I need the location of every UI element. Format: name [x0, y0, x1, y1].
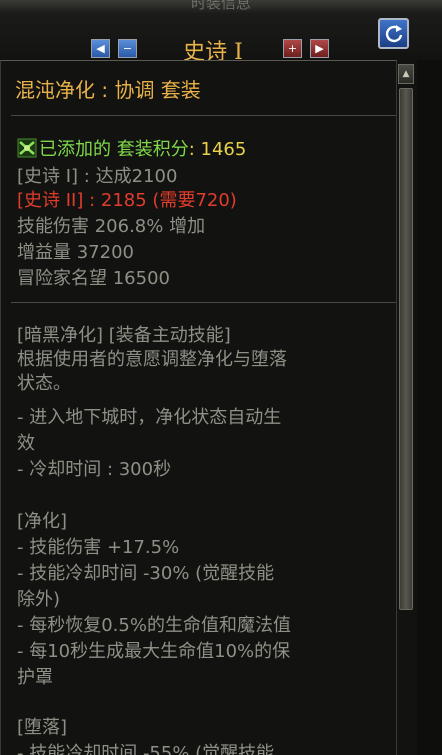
- desc-line: [净化]: [17, 511, 68, 532]
- divider-mid: [11, 302, 396, 303]
- set-item-icon: [17, 138, 37, 158]
- epic1-line: [史诗 I] : 达成2100: [17, 166, 178, 187]
- desc-line: 状态。: [17, 373, 71, 394]
- desc-line: 效: [17, 433, 35, 454]
- skill-damage-stat: 技能伤害 206.8% 增加: [17, 216, 206, 237]
- plus-button[interactable]: +: [283, 39, 302, 58]
- prev-button[interactable]: ◀: [91, 39, 110, 58]
- adventurer-fame-stat: 冒险家名望 16500: [17, 268, 170, 289]
- set-name: 混沌净化 : 协调 套装: [15, 78, 201, 102]
- minus-icon: −: [122, 42, 133, 55]
- set-points-line: 已添加的 套装积分: 1465: [17, 135, 246, 161]
- desc-line: - 冷却时间 : 300秒: [17, 459, 172, 480]
- desc-line: - 每10秒生成最大生命值10%的保: [17, 641, 291, 662]
- top-strip: 时装信息: [0, 0, 442, 15]
- refresh-button[interactable]: [378, 18, 409, 49]
- buff-amount-stat: 增益量 37200: [17, 242, 134, 263]
- desc-line: 护罩: [17, 667, 53, 688]
- set-points-label: 套装积分: [116, 139, 189, 160]
- desc-line: - 技能冷却时间 -30% (觉醒技能: [17, 563, 275, 584]
- desc-line: - 技能伤害 +17.5%: [17, 537, 180, 558]
- next-button[interactable]: ▶: [310, 39, 329, 58]
- refresh-icon: [385, 24, 402, 42]
- desc-line: - 每秒恢复0.5%的生命值和魔法值: [17, 615, 291, 636]
- desc-line: [堕落]: [17, 717, 68, 738]
- desc-line: [暗黑净化] [装备主动技能]: [17, 325, 231, 346]
- plus-icon: +: [287, 42, 298, 55]
- header-bar: ◀ − 史诗 I + ▶: [0, 14, 442, 65]
- set-points-value: : 1465: [188, 139, 247, 160]
- added-label: 已添加的: [39, 139, 111, 160]
- up-arrow-icon: ▲: [402, 69, 410, 79]
- desc-line: - 技能冷却时间 -55% (觉醒技能: [17, 743, 275, 755]
- desc-line: - 进入地下城时，净化状态自动生: [17, 407, 282, 428]
- desc-line: 根据使用者的意愿调整净化与堕落: [17, 349, 287, 370]
- faded-title: 时装信息: [190, 0, 251, 12]
- item-tooltip-panel: 混沌净化 : 协调 套装 已添加的 套装积分: 1465 [史诗 I] : 达成…: [0, 60, 396, 755]
- divider-top: [11, 115, 396, 116]
- right-arrow-icon: ▶: [315, 42, 324, 55]
- minus-button[interactable]: −: [118, 39, 137, 58]
- left-arrow-icon: ◀: [96, 42, 105, 55]
- scroll-thumb[interactable]: [399, 88, 413, 610]
- epic2-line: [史诗 II] : 2185 (需要720): [17, 190, 237, 211]
- scroll-up-button[interactable]: ▲: [398, 64, 414, 84]
- desc-line: 除外): [17, 589, 61, 610]
